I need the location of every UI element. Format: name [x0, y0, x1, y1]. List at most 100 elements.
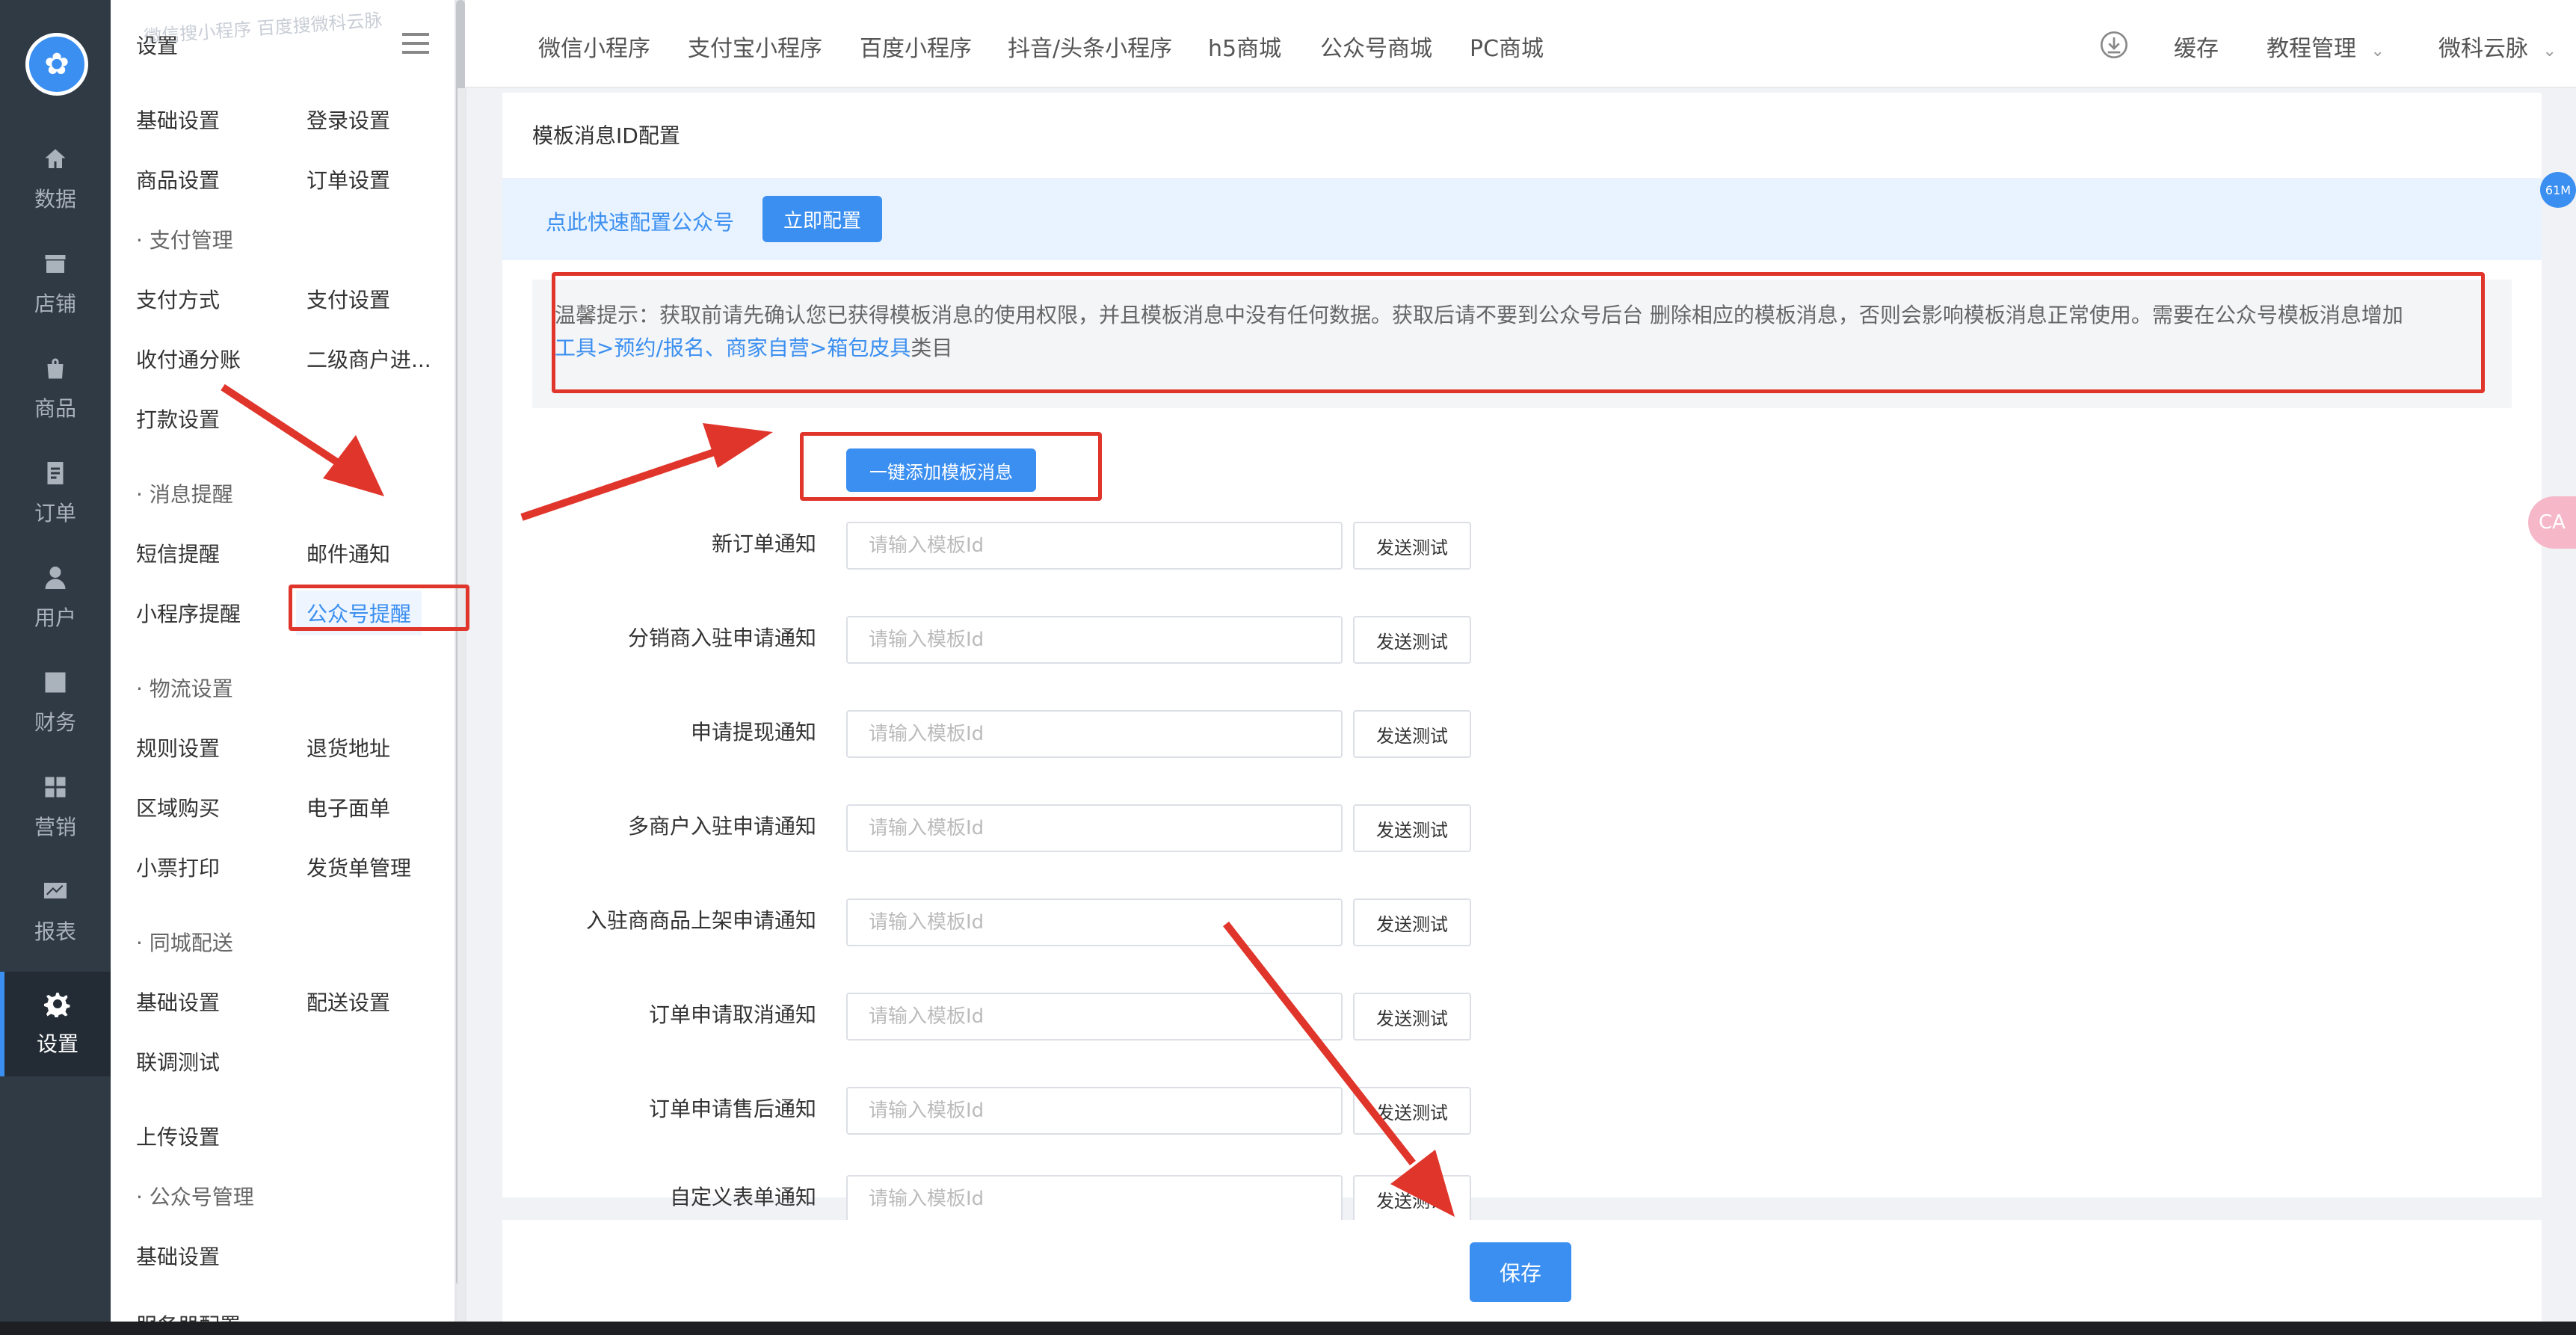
rail-item-order[interactable]: 订单	[0, 441, 111, 546]
rail-item-user[interactable]: 用户	[0, 546, 111, 650]
subnav-basic[interactable]: 基础设置	[136, 105, 220, 135]
main-scrollbar[interactable]	[457, 88, 465, 1335]
rail-item-store[interactable]: 店铺	[0, 232, 111, 336]
grid-icon	[45, 777, 66, 798]
goods-listing-template-input[interactable]	[846, 898, 1343, 946]
rail-item-data[interactable]: 数据	[0, 127, 111, 232]
withdraw-template-input[interactable]	[846, 710, 1343, 758]
rail-label: 订单	[34, 501, 76, 525]
field-label: 多商户入驻申请通知	[627, 814, 816, 839]
annotation-box-tip	[552, 272, 2485, 393]
field-label: 分销商入驻申请通知	[627, 626, 816, 650]
tab-baidu-mini[interactable]: 百度小程序	[860, 30, 972, 63]
subnav-pay-setting[interactable]: 支付设置	[306, 284, 390, 314]
quick-config-bar: 点此快速配置公众号 立即配置	[502, 178, 2542, 260]
rail-label: 营销	[34, 815, 76, 839]
gear-icon	[44, 993, 70, 1017]
store-icon	[45, 255, 66, 273]
subnav-return-address[interactable]: 退货地址	[306, 733, 390, 762]
subnav-goods[interactable]: 商品设置	[136, 164, 220, 194]
rail-label: 设置	[36, 1032, 78, 1056]
subnav-email[interactable]: 邮件通知	[306, 538, 390, 568]
send-test-button[interactable]: 发送测试	[1353, 1175, 1471, 1223]
rail-item-report[interactable]: 报表	[0, 860, 111, 964]
settings-subnav: 微信搜小程序 百度搜微科云脉 设置 基础设置 登录设置 商品设置 订单设置 · …	[111, 0, 466, 1335]
subnav-delivery-note[interactable]: 发货单管理	[306, 852, 411, 882]
subnav-joint-test[interactable]: 联调测试	[136, 1046, 220, 1076]
subnav-order[interactable]: 订单设置	[306, 164, 390, 194]
subnav-miniprogram[interactable]: 小程序提醒	[136, 598, 241, 628]
home-icon	[45, 149, 66, 168]
configure-now-button[interactable]: 立即配置	[762, 196, 882, 242]
group-city: · 同城配送	[136, 931, 233, 955]
chevron-down-icon: ⌄	[2370, 42, 2385, 61]
rail-label: 商品	[34, 396, 76, 421]
subnav-login[interactable]: 登录设置	[306, 105, 390, 135]
subnav-pay-method[interactable]: 支付方式	[136, 284, 220, 314]
subnav-region[interactable]: 区域购买	[136, 792, 220, 822]
send-test-button[interactable]: 发送测试	[1353, 1087, 1471, 1135]
subnav-sms[interactable]: 短信提醒	[136, 538, 220, 568]
field-label: 入驻商商品上架申请通知	[585, 908, 816, 933]
tutorial-menu[interactable]: 教程管理 ⌄	[2267, 30, 2385, 63]
rail-item-settings[interactable]: 设置	[0, 972, 111, 1076]
send-test-button[interactable]: 发送测试	[1353, 898, 1471, 946]
after-sale-template-input[interactable]	[846, 1087, 1343, 1135]
subnav-receipt[interactable]: 小票打印	[136, 852, 220, 882]
subnav-upload[interactable]: 上传设置	[136, 1121, 220, 1151]
subnav-rules[interactable]: 规则设置	[136, 733, 220, 762]
save-button[interactable]: 保存	[1470, 1242, 1571, 1302]
page-title: 模板消息ID配置	[532, 123, 680, 148]
new-order-template-input[interactable]	[846, 522, 1343, 570]
chart-icon	[44, 883, 67, 898]
translate-float-button[interactable]: CA	[2528, 496, 2576, 549]
subnav-secondary-merchant[interactable]: 二级商户进...	[306, 344, 431, 374]
annotation-box-one-click	[800, 432, 1102, 501]
subnav-city-basic[interactable]: 基础设置	[136, 987, 220, 1017]
custom-form-template-input[interactable]	[846, 1175, 1343, 1223]
template-config-card: 模板消息ID配置 点此快速配置公众号 立即配置 温馨提示：获取前请先确认您已获得…	[502, 93, 2542, 1223]
chevron-down-icon: ⌄	[2542, 42, 2557, 61]
order-cancel-template-input[interactable]	[846, 993, 1343, 1040]
tab-official-mall[interactable]: 公众号商城	[1320, 30, 1432, 63]
group-logistics: · 物流设置	[136, 676, 233, 701]
merchant-apply-template-input[interactable]	[846, 804, 1343, 852]
tab-h5[interactable]: h5商城	[1208, 30, 1281, 63]
rail-item-finance[interactable]: 财务	[0, 650, 111, 755]
tab-wechat-mini[interactable]: 微信小程序	[538, 30, 650, 63]
group-payment: · 支付管理	[136, 228, 233, 253]
distributor-apply-template-input[interactable]	[846, 616, 1343, 664]
user-menu[interactable]: 微科云脉 ⌄	[2438, 30, 2557, 63]
field-label: 订单申请售后通知	[648, 1097, 816, 1121]
tab-douyin-mini[interactable]: 抖音/头条小程序	[1008, 30, 1172, 63]
subnav-payout[interactable]: 打款设置	[136, 404, 220, 434]
download-icon[interactable]	[2099, 30, 2129, 60]
menu-collapse-icon[interactable]	[402, 33, 429, 55]
tab-pc-mall[interactable]: PC商城	[1470, 30, 1544, 63]
rail-label: 用户	[34, 605, 76, 630]
send-test-button[interactable]: 发送测试	[1353, 522, 1471, 570]
send-test-button[interactable]: 发送测试	[1353, 993, 1471, 1040]
subnav-oa-basic[interactable]: 基础设置	[136, 1241, 220, 1271]
memory-badge[interactable]: 61M	[2540, 172, 2576, 208]
annotation-box-official-account	[289, 585, 469, 631]
quick-config-link[interactable]: 点此快速配置公众号	[546, 206, 734, 236]
subnav-e-waybill[interactable]: 电子面单	[306, 792, 390, 822]
tab-alipay-mini[interactable]: 支付宝小程序	[688, 30, 822, 63]
cache-button[interactable]: 缓存	[2174, 30, 2219, 63]
subnav-dispatch[interactable]: 配送设置	[306, 987, 390, 1017]
subnav-split[interactable]: 收付通分账	[136, 344, 241, 374]
field-label: 自定义表单通知	[669, 1185, 816, 1209]
send-test-button[interactable]: 发送测试	[1353, 710, 1471, 758]
group-official: · 公众号管理	[136, 1185, 254, 1209]
watermark: 微信搜小程序 百度搜微科云脉	[143, 9, 383, 48]
send-test-button[interactable]: 发送测试	[1353, 804, 1471, 852]
rail-label: 财务	[34, 710, 76, 735]
field-label: 申请提现通知	[690, 720, 816, 744]
rail-item-marketing[interactable]: 营销	[0, 755, 111, 860]
send-test-button[interactable]: 发送测试	[1353, 616, 1471, 664]
app-logo-icon[interactable]: ✿	[25, 33, 88, 96]
app-root: ✿ 数据 店铺 商品 订单 用户 财务 营销 报表 设置 微信搜小程序 百度搜微…	[0, 0, 2576, 1335]
rail-item-goods[interactable]: 商品	[0, 336, 111, 441]
group-message: · 消息提醒	[136, 482, 233, 507]
